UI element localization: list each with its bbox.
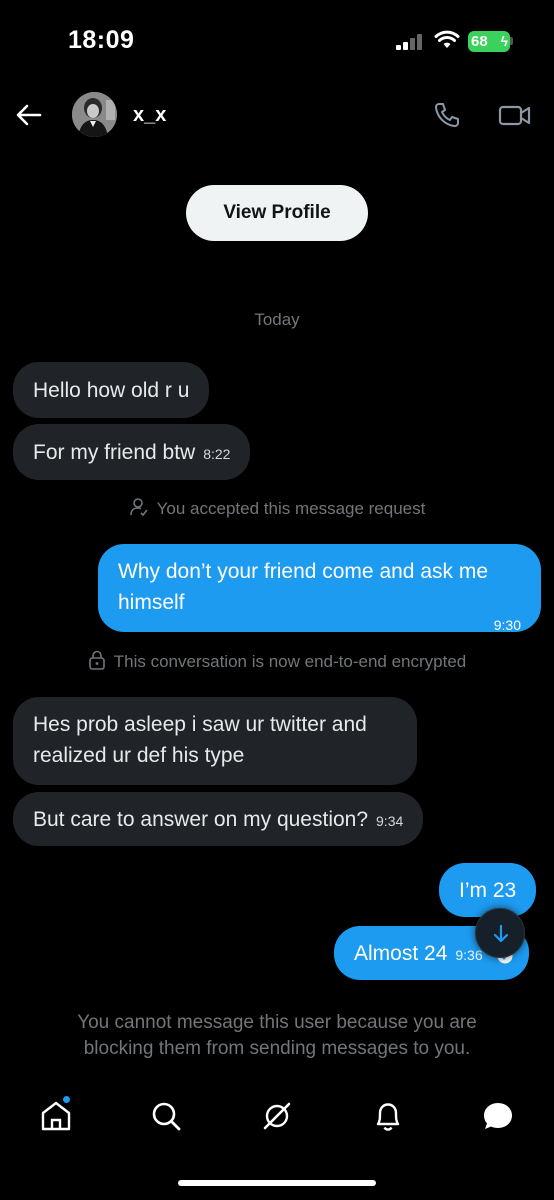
system-message-request: You accepted this message request xyxy=(0,497,554,519)
notification-dot xyxy=(63,1096,70,1103)
arrow-down-icon xyxy=(493,924,509,943)
phone-icon[interactable] xyxy=(432,100,462,130)
message-text: But care to answer on my question? xyxy=(33,808,369,831)
bell-icon[interactable] xyxy=(370,1098,406,1134)
signal-icon xyxy=(396,34,426,50)
message-text: Almost 24 xyxy=(354,942,448,965)
system-message-encryption: This conversation is now end-to-end encr… xyxy=(0,650,554,672)
contact-name[interactable]: x_x xyxy=(133,104,166,127)
messages-icon[interactable] xyxy=(480,1098,516,1134)
avatar[interactable] xyxy=(72,92,117,137)
system-message-text: This conversation is now end-to-end encr… xyxy=(113,652,467,671)
status-bar: 18:09 68 ϟ xyxy=(0,0,554,80)
avatar-image xyxy=(72,92,117,137)
message-text: Hello how old r u xyxy=(33,379,190,402)
message-incoming[interactable]: But care to answer on my question? 9:34 xyxy=(13,792,424,846)
charging-icon: ϟ xyxy=(500,33,508,49)
scroll-to-bottom-button[interactable] xyxy=(475,908,525,958)
message-text: Hes prob asleep i saw ur twitter and rea… xyxy=(33,713,367,767)
home-icon[interactable] xyxy=(38,1098,74,1134)
message-outgoing[interactable]: Why don’t your friend come and ask me hi… xyxy=(98,544,541,633)
video-icon[interactable] xyxy=(498,100,532,130)
truncated-profile-text xyxy=(180,138,370,146)
system-message-text: You accepted this message request xyxy=(156,499,426,518)
message-time: 9:30 xyxy=(493,617,521,633)
bottom-tab-bar xyxy=(0,1090,554,1150)
battery-cap xyxy=(510,37,513,45)
message-time: 9:34 xyxy=(376,813,404,829)
wifi-icon xyxy=(434,30,460,48)
status-time: 18:09 xyxy=(68,26,135,54)
message-text: I’m 23 xyxy=(459,879,517,902)
battery-level: 68 xyxy=(471,33,488,50)
message-time: 8:22 xyxy=(203,446,231,462)
message-incoming[interactable]: Hes prob asleep i saw ur twitter and rea… xyxy=(13,697,417,785)
view-profile-button[interactable]: View Profile xyxy=(186,185,368,241)
grok-icon[interactable] xyxy=(259,1098,295,1134)
message-incoming[interactable]: For my friend btw 8:22 xyxy=(13,424,251,480)
lock-icon xyxy=(88,650,105,670)
back-arrow-icon[interactable] xyxy=(14,100,44,130)
message-text: For my friend btw xyxy=(33,441,196,464)
home-indicator xyxy=(178,1180,376,1186)
date-separator: Today xyxy=(254,310,300,329)
blocked-notice: You cannot message this user because you… xyxy=(77,1012,477,1059)
search-icon[interactable] xyxy=(148,1098,184,1134)
battery-indicator: 68 ϟ xyxy=(468,31,510,52)
person-check-icon xyxy=(129,498,148,517)
message-text: Why don’t your friend come and ask me hi… xyxy=(118,560,489,614)
message-incoming[interactable]: Hello how old r u xyxy=(13,362,210,418)
